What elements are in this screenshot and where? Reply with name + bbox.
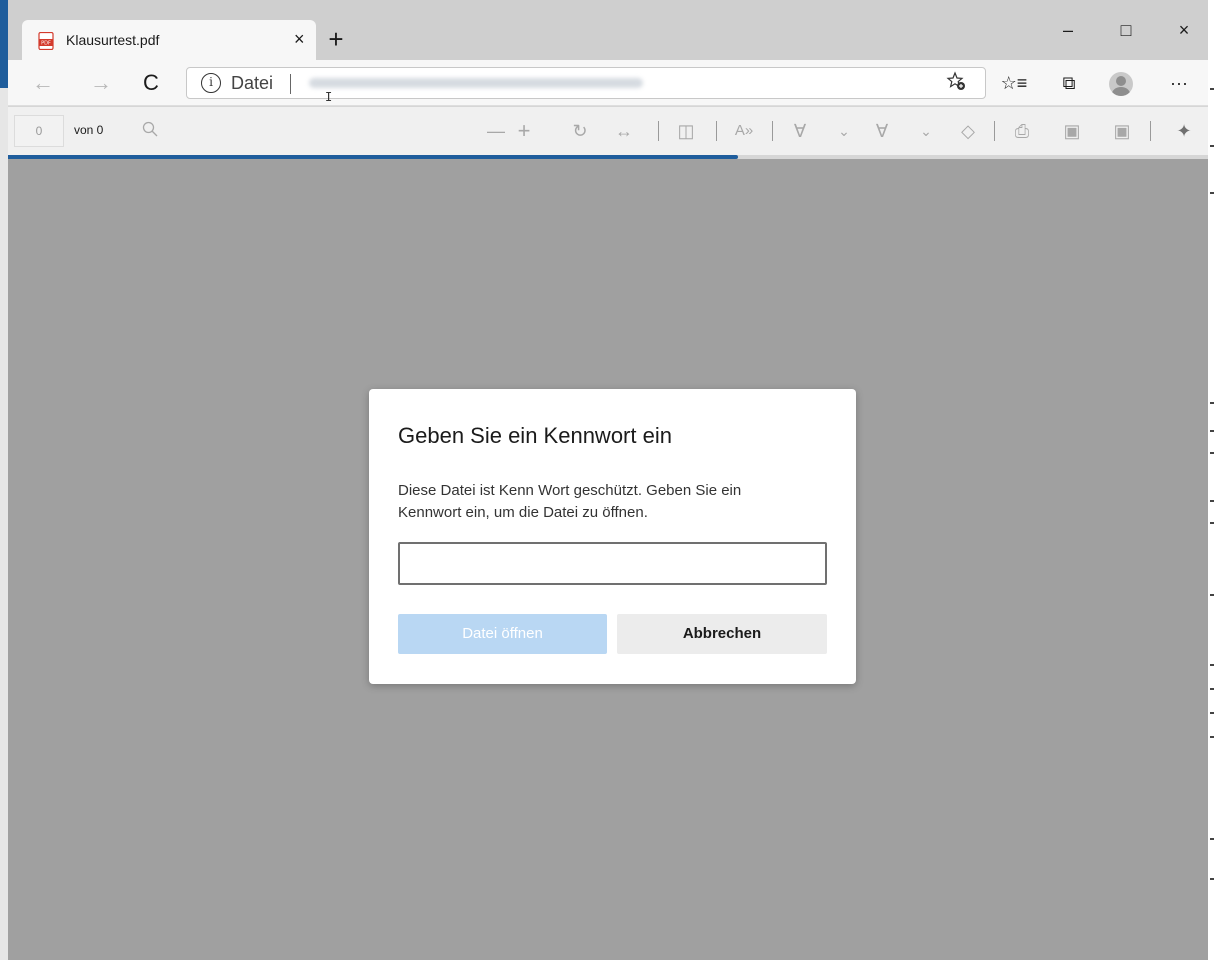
- toolbar-separator: [1150, 121, 1151, 141]
- collections-icon[interactable]: ⧉: [1054, 68, 1084, 98]
- minimize-button[interactable]: –: [1048, 18, 1088, 42]
- star-plus-icon: [946, 71, 965, 90]
- password-dialog: Geben Sie ein Kennwort ein Diese Datei i…: [369, 389, 856, 684]
- zoom-in-icon[interactable]: +: [510, 117, 538, 145]
- close-window-button[interactable]: ×: [1164, 18, 1204, 42]
- address-scheme: Datei: [231, 73, 274, 93]
- new-tab-button[interactable]: +: [320, 24, 352, 56]
- background-window-edge: [1208, 0, 1214, 960]
- highlight-chevron-icon[interactable]: ⌄: [912, 117, 940, 145]
- navigation-bar: ← → C i Datei ☆≡ ⧉ ···: [8, 60, 1208, 106]
- page-view-icon[interactable]: ◫: [672, 117, 700, 145]
- fit-page-icon[interactable]: ↔: [610, 117, 638, 145]
- forward-button[interactable]: →: [86, 68, 116, 98]
- toolbar-separator: [658, 121, 659, 141]
- pdf-file-icon: PDF: [38, 32, 54, 50]
- search-icon[interactable]: [136, 117, 164, 145]
- password-input[interactable]: [398, 542, 827, 585]
- read-aloud-icon[interactable]: A»: [730, 117, 758, 145]
- print-icon[interactable]: ⎙: [1008, 117, 1036, 145]
- avatar-body: [1112, 87, 1130, 96]
- more-menu-icon[interactable]: ···: [1164, 68, 1194, 98]
- text-cursor-icon: I: [325, 90, 333, 104]
- toolbar-separator: [994, 121, 995, 141]
- title-bar: PDF Klausurtest.pdf × + – □ ×: [8, 0, 1208, 62]
- address-bar[interactable]: i Datei: [186, 67, 986, 99]
- window-edge-lower: [0, 88, 8, 960]
- pin-toolbar-icon[interactable]: ✦: [1170, 117, 1198, 145]
- draw-icon[interactable]: ∀: [786, 117, 814, 145]
- open-file-button[interactable]: Datei öffnen: [398, 614, 607, 654]
- dialog-title: Geben Sie ein Kennwort ein: [398, 423, 672, 448]
- address-separator: [290, 74, 291, 94]
- toolbar-separator: [716, 121, 717, 141]
- draw-chevron-icon[interactable]: ⌄: [830, 117, 858, 145]
- refresh-button[interactable]: C: [136, 68, 166, 98]
- add-favorite-icon[interactable]: [943, 71, 969, 97]
- avatar-head: [1116, 76, 1126, 86]
- address-url-blurred: [309, 78, 643, 88]
- svg-text:PDF: PDF: [41, 41, 51, 47]
- magnifier-icon: [142, 121, 158, 137]
- pdf-toolbar: 0 von 0 — + ↻ ↔ ◫ A» ∀ ⌄ ∀ ⌄ ◇ ⎙ ▣ ▣ ✦: [8, 107, 1208, 155]
- eraser-icon[interactable]: ◇: [954, 117, 982, 145]
- close-tab-icon[interactable]: ×: [294, 29, 305, 50]
- page-number-input[interactable]: 0: [14, 115, 64, 147]
- back-button[interactable]: ←: [28, 68, 58, 98]
- save-as-icon[interactable]: ▣: [1108, 117, 1136, 145]
- tab-klausurtest[interactable]: PDF Klausurtest.pdf ×: [22, 20, 316, 62]
- zoom-out-icon[interactable]: —: [482, 117, 510, 145]
- cancel-button[interactable]: Abbrechen: [617, 614, 827, 654]
- info-icon[interactable]: i: [201, 73, 221, 93]
- rotate-icon[interactable]: ↻: [566, 117, 594, 145]
- profile-avatar[interactable]: [1109, 72, 1133, 96]
- save-icon[interactable]: ▣: [1058, 117, 1086, 145]
- dialog-message: Diese Datei ist Kenn Wort geschützt. Geb…: [398, 482, 742, 521]
- browser-window: PDF Klausurtest.pdf × + – □ × ← → C i Da…: [0, 0, 1214, 960]
- page-count: von 0: [74, 123, 104, 137]
- toolbar-separator: [772, 121, 773, 141]
- favorites-icon[interactable]: ☆≡: [999, 68, 1029, 98]
- maximize-button[interactable]: □: [1106, 18, 1146, 42]
- tab-title: Klausurtest.pdf: [66, 32, 160, 48]
- highlight-icon[interactable]: ∀: [868, 117, 896, 145]
